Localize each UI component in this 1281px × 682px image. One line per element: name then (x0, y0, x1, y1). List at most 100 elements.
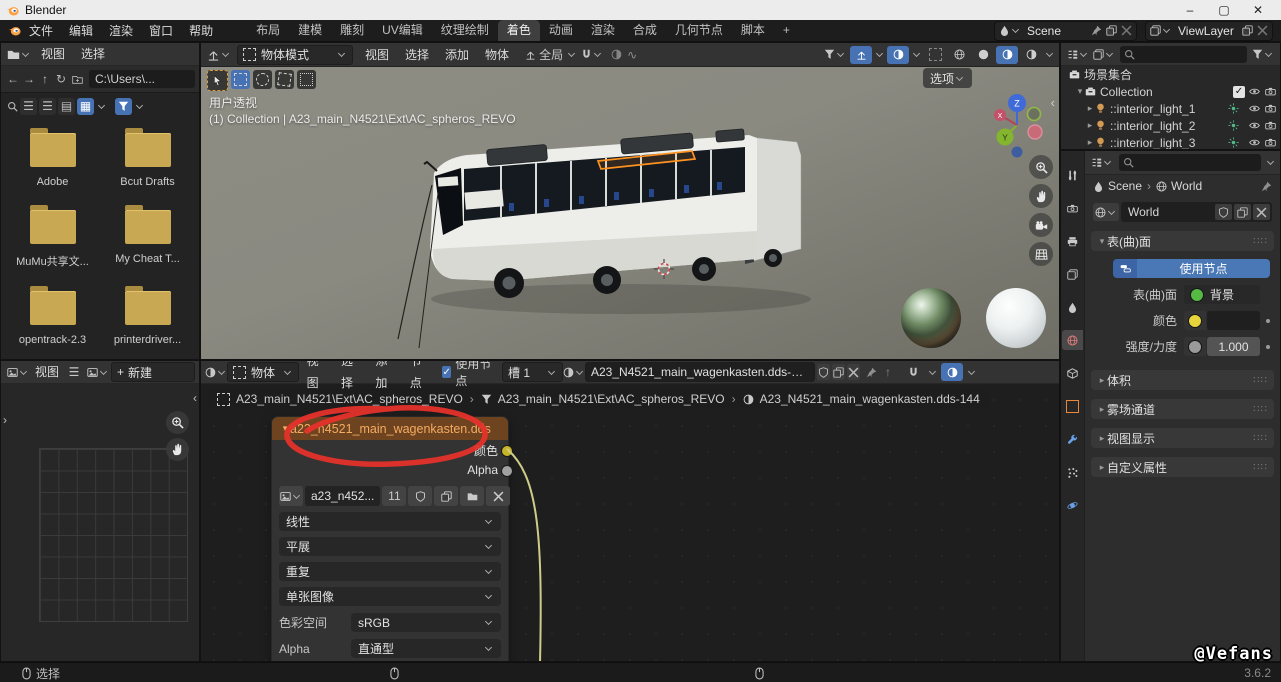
expand-panel-arrow[interactable]: › (3, 413, 7, 427)
shader-type-dropdown[interactable]: 物体 (227, 362, 299, 382)
up-button[interactable]: ↑ (37, 70, 53, 88)
display-thumbnail-button[interactable]: ▦ (77, 98, 94, 115)
color-socket[interactable] (501, 445, 513, 457)
expand-icon[interactable]: ▸ (1085, 103, 1095, 114)
folder-item[interactable]: printerdriver... (100, 283, 195, 346)
node-header[interactable]: ▾ a23_n4521_main_wagenkasten.dds (272, 417, 508, 440)
light-row[interactable]: ▸ ::interior_light_3 (1061, 134, 1280, 150)
filter-button[interactable] (115, 98, 132, 115)
tab-layout[interactable]: 布局 (247, 20, 289, 41)
transform-orientation-dropdown[interactable]: 全局 (523, 46, 579, 64)
overlays-button[interactable] (941, 363, 963, 381)
forward-button[interactable]: → (21, 70, 37, 88)
breadcrumb-scene[interactable]: Scene (1108, 179, 1142, 193)
folder-item[interactable]: My Cheat T... (100, 202, 195, 269)
editor-type-button[interactable] (1065, 45, 1091, 63)
chevron-down-icon[interactable] (968, 367, 975, 374)
pan-button[interactable] (1029, 184, 1053, 208)
show-gizmo-button[interactable] (850, 46, 872, 64)
use-nodes-button[interactable]: 使用节点 (1113, 259, 1270, 278)
menu-help[interactable]: 帮助 (181, 20, 221, 42)
tab-tool[interactable] (1062, 165, 1083, 185)
breadcrumb-world[interactable]: World (1171, 179, 1202, 193)
tab-animation[interactable]: 动画 (540, 20, 582, 41)
chevron-down-icon[interactable] (876, 50, 883, 57)
surface-panel-header[interactable]: ▾ 表(曲)面 ∷∷ (1091, 231, 1274, 251)
tab-physics[interactable] (1062, 495, 1083, 515)
snap-button[interactable] (579, 46, 605, 64)
zoom-button[interactable] (166, 411, 189, 434)
chevron-down-icon[interactable] (98, 101, 105, 108)
add-workspace-button[interactable]: + (774, 20, 799, 41)
tab-object[interactable] (1062, 363, 1083, 383)
outliner-filter-button[interactable] (1250, 45, 1276, 63)
vp-menu-object[interactable]: 物体 (477, 44, 517, 66)
drag-handle-icon[interactable]: ∷∷ (1253, 236, 1268, 247)
viewlayer-selector[interactable]: ViewLayer (1145, 21, 1273, 41)
browse-material-button[interactable] (563, 363, 585, 381)
maximize-button[interactable]: ▢ (1207, 3, 1241, 17)
alpha-mode-dropdown[interactable]: 直通型 (351, 639, 501, 658)
volume-panel-header[interactable]: ▸ 体积 ∷∷ (1091, 370, 1274, 390)
unlink-image-button[interactable] (486, 486, 510, 506)
alpha-socket[interactable] (501, 465, 513, 477)
tab-particles[interactable] (1062, 462, 1083, 482)
color-value-field[interactable] (1207, 311, 1260, 330)
drag-handle-icon[interactable]: ∷∷ (1253, 433, 1268, 444)
viewport-display-panel-header[interactable]: ▸ 视图显示 ∷∷ (1091, 428, 1274, 448)
tab-geometry-nodes[interactable]: 几何节点 (666, 20, 732, 41)
create-folder-button[interactable] (69, 70, 85, 88)
animate-dot-icon[interactable] (1266, 319, 1270, 323)
tab-modifiers[interactable] (1062, 429, 1083, 449)
camera-icon[interactable] (1265, 86, 1276, 97)
search-icon[interactable] (7, 101, 18, 112)
scene-selector[interactable]: Scene (994, 21, 1137, 41)
chevron-down-icon[interactable] (136, 101, 143, 108)
display-thumbnail-small-button[interactable]: ▤ (58, 98, 75, 115)
new-scene-icon[interactable] (1106, 25, 1117, 36)
scene-collection-row[interactable]: 场景集合 (1061, 66, 1280, 83)
eye-icon[interactable] (1249, 137, 1260, 148)
light-row[interactable]: ▸ ::interior_light_1 (1061, 100, 1280, 117)
breadcrumb-texture[interactable]: A23_N4521_main_wagenkasten.dds-144 (760, 392, 980, 406)
display-mode-button[interactable] (1091, 45, 1117, 63)
new-image-button[interactable]: + 新建 (111, 362, 195, 382)
new-viewlayer-icon[interactable] (1242, 25, 1253, 36)
tab-uv-editing[interactable]: UV编辑 (373, 20, 432, 41)
color-socket-button[interactable] (1184, 311, 1206, 330)
shading-wireframe-button[interactable] (948, 46, 970, 64)
collection-checkbox[interactable]: ✓ (1233, 86, 1245, 98)
delete-scene-icon[interactable] (1121, 25, 1132, 36)
world-name-field[interactable]: World (1121, 202, 1272, 222)
unlink-world-button[interactable] (1253, 204, 1270, 220)
projection-dropdown[interactable]: 平展 (279, 537, 501, 556)
fake-user-button[interactable] (817, 364, 830, 380)
custom-properties-panel-header[interactable]: ▸ 自定义属性 ∷∷ (1091, 457, 1274, 477)
go-parent-node-tree-button[interactable]: ↑ (877, 363, 899, 381)
refresh-button[interactable]: ↻ (53, 70, 69, 88)
shading-material-button[interactable] (996, 46, 1018, 64)
vp-menu-select[interactable]: 选择 (397, 44, 437, 66)
fb-menu-select[interactable]: 选择 (73, 43, 113, 65)
collapse-panel-arrow[interactable]: ‹ (193, 391, 197, 405)
zoom-button[interactable] (1029, 155, 1053, 179)
close-button[interactable]: ✕ (1241, 3, 1275, 17)
new-image-button[interactable] (434, 486, 458, 506)
chevron-down-icon[interactable] (929, 367, 936, 374)
tab-shading[interactable]: 着色 (498, 20, 540, 41)
browse-image-button[interactable] (85, 363, 111, 381)
tab-rendering[interactable]: 渲染 (582, 20, 624, 41)
xray-toggle-button[interactable] (924, 46, 946, 64)
select-tool-button[interactable] (207, 70, 228, 91)
image-texture-node[interactable]: ▾ a23_n4521_main_wagenkasten.dds 颜色 Alph… (271, 416, 509, 662)
pin-icon[interactable] (866, 367, 877, 378)
folder-item[interactable]: MuMu共享文... (5, 202, 100, 269)
delete-viewlayer-icon[interactable] (1257, 25, 1268, 36)
tab-sculpting[interactable]: 雕刻 (331, 20, 373, 41)
collapse-icon[interactable]: ▾ (280, 423, 290, 434)
menu-file[interactable]: 文件 (21, 20, 61, 42)
select-lasso-tool-button[interactable] (275, 70, 294, 89)
editor-type-button[interactable] (205, 46, 233, 64)
animate-dot-icon[interactable] (1266, 345, 1270, 349)
interpolation-dropdown[interactable]: 线性 (279, 512, 501, 531)
